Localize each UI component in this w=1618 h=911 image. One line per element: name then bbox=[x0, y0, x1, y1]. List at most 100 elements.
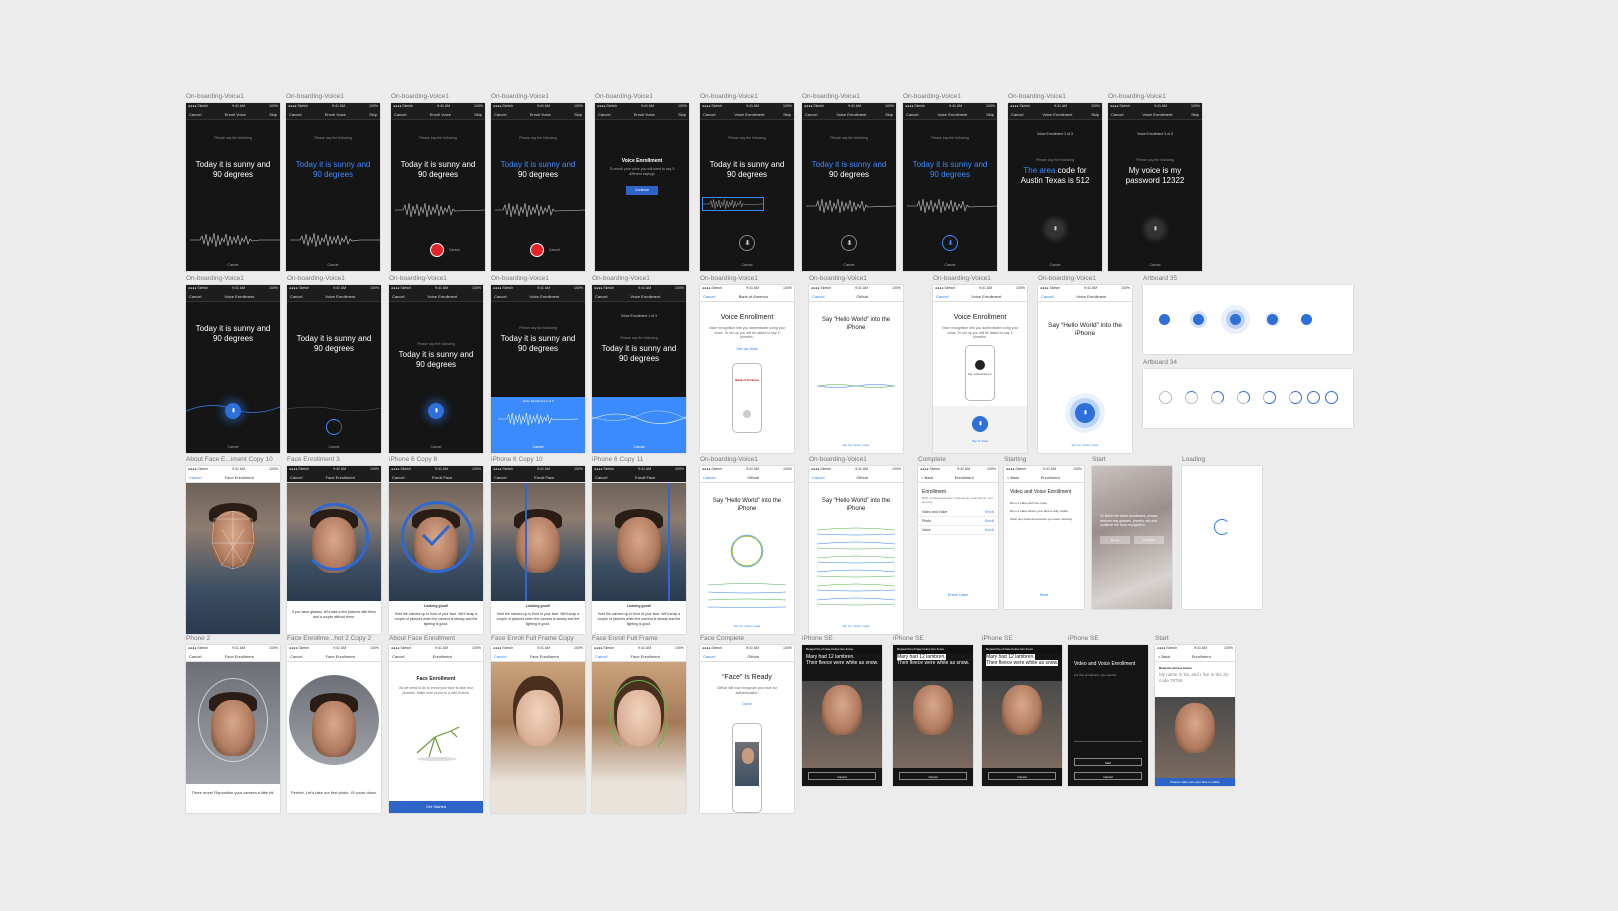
mic-icon[interactable] bbox=[225, 403, 241, 419]
cancel-button[interactable]: Cancel bbox=[703, 475, 715, 480]
cancel-button[interactable]: Cancel bbox=[494, 654, 506, 659]
artboard-r3-1[interactable]: About Face E...iment Copy 10 ●●●● Sketch… bbox=[186, 456, 280, 634]
mic-icon[interactable] bbox=[1047, 221, 1063, 237]
cancel-button[interactable]: Cancel bbox=[189, 294, 201, 299]
artboard-r4-1[interactable]: Phone 2 ●●●● Sketch 9:41 AM 100% Cancel Fac… bbox=[186, 635, 280, 813]
ignore-button[interactable]: Ignore bbox=[1100, 535, 1130, 544]
skip-button[interactable]: Skip bbox=[369, 112, 377, 117]
record-button[interactable] bbox=[530, 243, 544, 257]
artboard-r1-2[interactable]: On-boarding-Voice1 ●●●● Sketch 9:41 AM 100… bbox=[286, 93, 380, 271]
set-up-link[interactable]: Set Up Now bbox=[700, 346, 794, 351]
start-button[interactable]: Start bbox=[1074, 758, 1142, 766]
artboard-r1-8[interactable]: On-boarding-Voice1 ●●●● Sketch 9:41 AM 100… bbox=[903, 93, 997, 271]
cancel-link[interactable]: Cancel bbox=[186, 263, 280, 267]
setup-later-link[interactable]: Set Up “Voice” Later bbox=[700, 624, 794, 628]
artboard-r3-11[interactable]: Loading bbox=[1182, 456, 1262, 609]
artboard-r3-2[interactable]: Face Enrollment 3 ●●●● Sketch 9:41 AM 100%… bbox=[287, 456, 381, 634]
mic-icon[interactable] bbox=[739, 235, 755, 251]
continue-button[interactable]: Continue bbox=[1134, 535, 1164, 544]
skip-button[interactable]: Skip bbox=[1091, 112, 1099, 117]
cancel-button[interactable]: Cancel bbox=[290, 475, 302, 480]
back-button[interactable]: < Back bbox=[1158, 654, 1170, 659]
cancel-button[interactable]: Cancel bbox=[808, 772, 876, 780]
artboard-r1-4[interactable]: On-boarding-Voice1 ●●●● Sketch 9:41 AM 100… bbox=[491, 93, 585, 271]
artboard-r4-6[interactable]: Face Complete ●●●● Sketch 9:41 AM 100% Can… bbox=[700, 635, 794, 813]
cancel-button[interactable]: Cancel bbox=[703, 654, 715, 659]
skip-button[interactable]: Skip bbox=[1191, 112, 1199, 117]
done-button[interactable]: Done bbox=[700, 701, 794, 706]
continue-button[interactable]: Continue bbox=[626, 186, 658, 195]
cancel-link[interactable]: Cancel bbox=[903, 263, 997, 267]
skip-button[interactable]: Skip bbox=[783, 112, 791, 117]
cancel-button[interactable]: Cancel bbox=[189, 654, 201, 659]
skip-button[interactable]: Skip bbox=[574, 112, 582, 117]
cancel-button[interactable]: Cancel bbox=[494, 294, 506, 299]
artboard-35[interactable]: Artboard 35 bbox=[1143, 275, 1353, 354]
cancel-link[interactable]: Cancel bbox=[186, 445, 280, 449]
artboard-r2-9[interactable]: On-boarding-Voice1 ●●●● Sketch 9:41 AM 100… bbox=[1038, 275, 1132, 453]
artboard-r2-6[interactable]: On-boarding-Voice1 ●●●● Sketch 9:41 AM 100… bbox=[700, 275, 794, 453]
tap-to-start[interactable]: Tap To Start bbox=[933, 439, 1027, 443]
mic-icon[interactable] bbox=[428, 403, 444, 419]
cancel-button[interactable]: Cancel bbox=[595, 294, 607, 299]
cancel-button[interactable]: Cancel bbox=[494, 112, 506, 117]
artboard-r1-9[interactable]: On-boarding-Voice1 ●●●● Sketch 9:41 AM 100… bbox=[1008, 93, 1102, 271]
cancel-button[interactable]: Cancel bbox=[1041, 294, 1053, 299]
artboard-r3-4[interactable]: iPhone 6 Copy 10 ●●●● Sketch 9:41 AM 100% … bbox=[491, 456, 585, 634]
artboard-r1-10[interactable]: On-boarding-Voice1 ●●●● Sketch 9:41 AM 100… bbox=[1108, 93, 1202, 271]
cancel-button[interactable]: Cancel bbox=[899, 772, 967, 780]
artboard-r3-3[interactable]: iPhone 6 Copy 8 ●●●● Sketch 9:41 AM 100% C… bbox=[389, 456, 483, 634]
cancel-button[interactable]: Cancel bbox=[1111, 112, 1123, 117]
artboard-r3-7[interactable]: On-boarding-Voice1 ●●●● Sketch 9:41 AM 100… bbox=[809, 456, 903, 634]
cancel-button[interactable]: Cancel bbox=[805, 112, 817, 117]
back-button[interactable]: < Back bbox=[921, 475, 933, 480]
cancel-link[interactable]: Cancel bbox=[1108, 263, 1202, 267]
artboard-r4-2[interactable]: Face Enrollme...hot 2 Copy 2 ●●●● Sketch… bbox=[287, 635, 381, 813]
skip-button[interactable]: Skip bbox=[678, 112, 686, 117]
cancel-link[interactable]: Cancel bbox=[700, 263, 794, 267]
cancel-button[interactable]: Cancel bbox=[1011, 112, 1023, 117]
cancel-link[interactable]: Cancel bbox=[592, 445, 686, 449]
artboard-r4-11[interactable]: Start ●●●● Sketch 9:41 AM 100% < Back Enrol… bbox=[1155, 635, 1235, 786]
mic-icon[interactable] bbox=[942, 235, 958, 251]
artboard-r4-7[interactable]: iPhone SE Repeat the phrase below two ti… bbox=[802, 635, 882, 786]
cancel-button[interactable]: Cancel bbox=[494, 475, 506, 480]
cancel-button[interactable]: Cancel bbox=[595, 654, 607, 659]
cancel-button[interactable]: Cancel bbox=[189, 112, 201, 117]
enroll-row[interactable]: Photo Enroll bbox=[918, 517, 998, 526]
cancel-button[interactable]: Cancel bbox=[703, 294, 715, 299]
cancel-button[interactable]: Cancel bbox=[392, 475, 404, 480]
artboard-r1-5[interactable]: On-boarding-Voice1 ●●●● Sketch 9:41 AM 100… bbox=[595, 93, 689, 271]
mic-icon[interactable] bbox=[1147, 221, 1163, 237]
mic-icon[interactable] bbox=[972, 416, 988, 432]
artboard-r3-6[interactable]: On-boarding-Voice1 ●●●● Sketch 9:41 AM 100… bbox=[700, 456, 794, 634]
cancel-button[interactable]: Cancel bbox=[988, 772, 1056, 780]
artboard-r1-6[interactable]: On-boarding-Voice1 ●●●● Sketch 9:41 AM 100… bbox=[700, 93, 794, 271]
cancel-button[interactable]: Cancel bbox=[936, 294, 948, 299]
cancel-link[interactable]: Cancel bbox=[1008, 263, 1102, 267]
artboard-r1-1[interactable]: On-boarding-Voice1 ●●●● Sketch 9:41 AM 100… bbox=[186, 93, 280, 271]
cancel-button[interactable]: Cancel bbox=[394, 112, 406, 117]
mic-icon[interactable] bbox=[1075, 403, 1095, 423]
cancel-button[interactable]: Cancel bbox=[290, 294, 302, 299]
cancel-button[interactable]: Cancel bbox=[189, 475, 201, 480]
artboard-r4-3[interactable]: About Face Enrollment ●●●● Sketch 9:41 AM… bbox=[389, 635, 483, 813]
cancel-link[interactable]: Cancel bbox=[287, 445, 381, 449]
cancel-button[interactable]: Cancel bbox=[598, 112, 610, 117]
skip-button[interactable]: Skip bbox=[269, 112, 277, 117]
cancel-button[interactable]: Cancel bbox=[906, 112, 918, 117]
artboard-r2-4[interactable]: On-boarding-Voice1 ●●●● Sketch 9:41 AM 100… bbox=[491, 275, 585, 453]
cancel-link[interactable]: Cancel bbox=[802, 263, 896, 267]
artboard-34[interactable]: Artboard 34 bbox=[1143, 359, 1353, 428]
artboard-r2-2[interactable]: On-boarding-Voice1 ●●●● Sketch 9:41 AM 100… bbox=[287, 275, 381, 453]
artboard-r2-5[interactable]: On-boarding-Voice1 ●●●● Sketch 9:41 AM 100… bbox=[592, 275, 686, 453]
cancel-button[interactable]: Cancel bbox=[595, 475, 607, 480]
start-button[interactable]: Start bbox=[1004, 592, 1084, 597]
cancel-button[interactable]: Cancel bbox=[812, 475, 824, 480]
setup-later-link[interactable]: Set Up “Voice” Later bbox=[1038, 443, 1132, 447]
artboard-r4-4[interactable]: Face Enroll Full Frame Copy ●●●● Sketch 9… bbox=[491, 635, 585, 813]
cancel-link[interactable]: Cancel bbox=[286, 263, 380, 267]
get-started-button[interactable]: Get Started bbox=[389, 801, 483, 813]
cancel-button[interactable]: Cancel bbox=[703, 112, 715, 117]
artboard-r3-9[interactable]: Starting ●●●● Sketch 9:41 AM 100% < Back En… bbox=[1004, 456, 1084, 609]
